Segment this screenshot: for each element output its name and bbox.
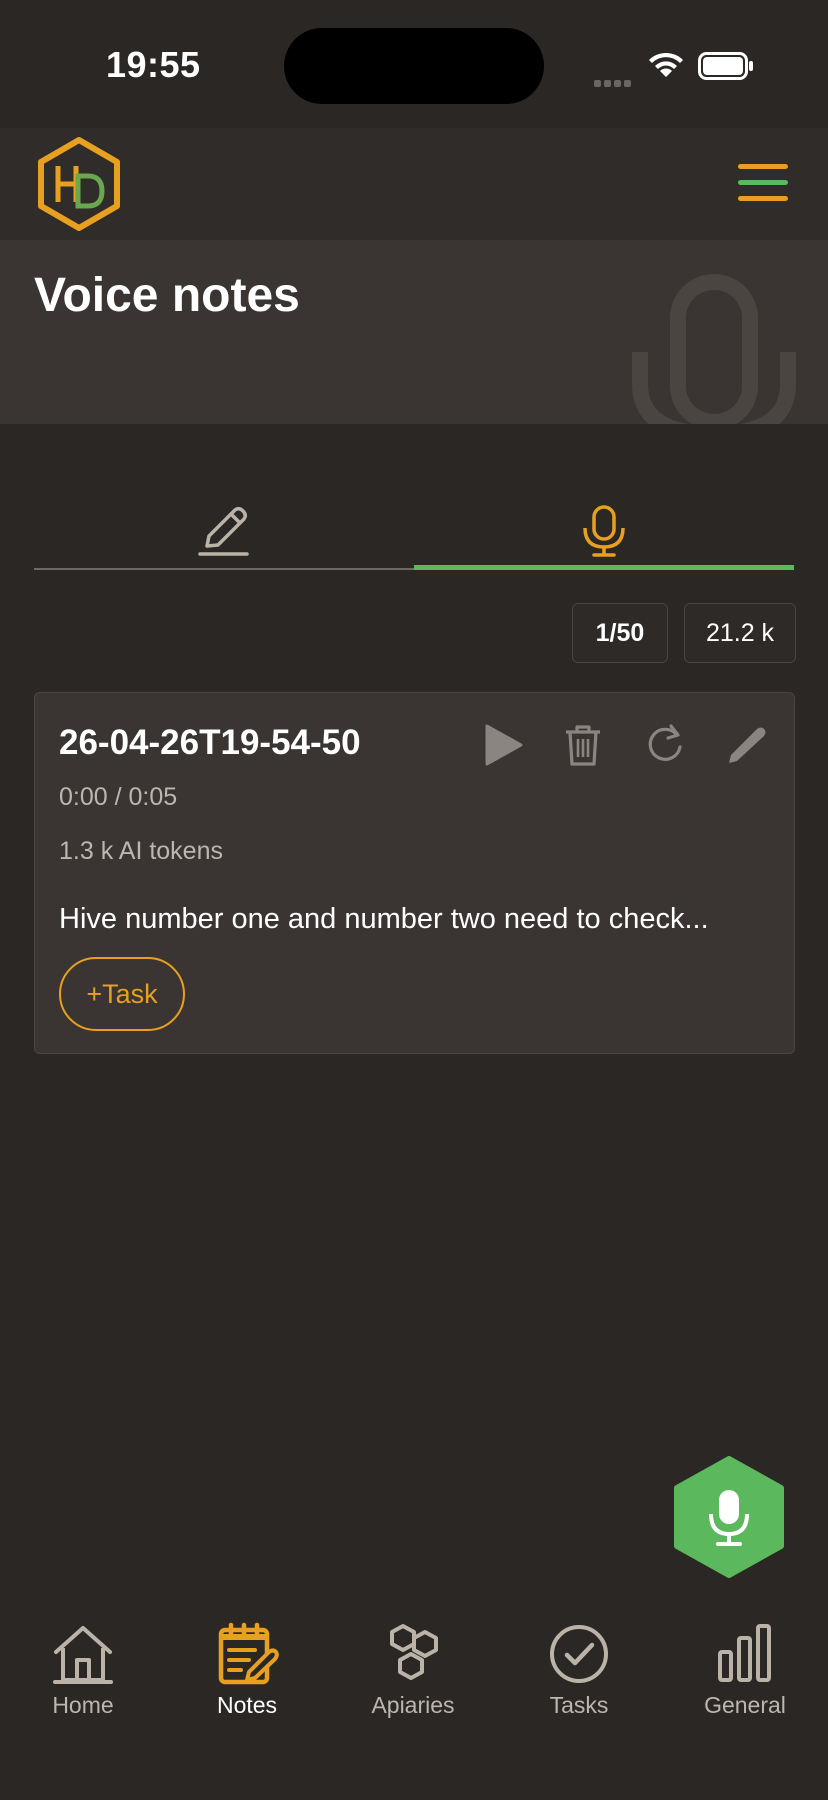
voice-note-card: 26-04-26T19-54-50 0:00 / 0:05 1.3 k AI t… [34, 692, 795, 1054]
note-duration: 0:00 / 0:05 [59, 783, 178, 811]
notes-count-badge: 1/50 [572, 603, 668, 663]
apiaries-icon [390, 1624, 438, 1680]
nav-label-notes: Notes [216, 1692, 278, 1718]
bottom-navigation: Home Notes Apiaries Tasks General [0, 1600, 828, 1800]
notes-icon [218, 1622, 279, 1685]
pencil-icon [198, 506, 249, 556]
nav-label-general: General [704, 1692, 786, 1718]
refresh-icon [648, 724, 682, 761]
note-transcript[interactable]: Hive number one and number two need to c… [59, 903, 709, 936]
play-icon [485, 724, 523, 766]
page-header: Voice notes [0, 240, 828, 424]
battery-icon [698, 52, 753, 80]
hivedesk-logo[interactable] [36, 136, 122, 232]
hamburger-menu-icon[interactable] [738, 164, 788, 204]
wifi-icon [649, 52, 683, 77]
delete-button[interactable] [559, 721, 607, 769]
notes-tabs [34, 496, 794, 570]
status-time: 19:55 [106, 44, 201, 85]
microphone-icon [583, 505, 625, 557]
status-bar: 19:55 [0, 0, 828, 128]
cellular-signal-icon [594, 74, 634, 87]
note-ai-tokens: 1.3 k AI tokens [59, 837, 223, 865]
nav-general[interactable]: General [670, 1622, 820, 1732]
nav-label-home: Home [52, 1692, 114, 1718]
pencil-icon [729, 727, 766, 763]
note-title: 26-04-26T19-54-50 [59, 723, 361, 762]
tasks-icon [550, 1625, 608, 1683]
nav-notes[interactable]: Notes [172, 1622, 322, 1732]
tokens-count-badge: 21.2 k [684, 603, 796, 663]
nav-label-tasks: Tasks [549, 1692, 609, 1718]
tab-voice-notes[interactable] [414, 496, 794, 570]
active-tab-indicator [414, 565, 794, 570]
tab-text-notes[interactable] [34, 496, 414, 570]
nav-home[interactable]: Home [8, 1622, 158, 1732]
edit-button[interactable] [723, 721, 771, 769]
add-task-button[interactable]: +Task [59, 957, 185, 1031]
dynamic-island [284, 28, 544, 104]
retry-button[interactable] [641, 721, 689, 769]
record-button[interactable] [674, 1456, 784, 1578]
general-stats-icon [718, 1624, 771, 1682]
play-button[interactable] [479, 721, 527, 769]
nav-apiaries[interactable]: Apiaries [338, 1622, 488, 1732]
nav-label-apiaries: Apiaries [371, 1692, 455, 1718]
page-title: Voice notes [34, 269, 300, 322]
microphone-background-icon [632, 274, 796, 424]
app-header [0, 128, 828, 240]
home-icon [53, 1626, 113, 1684]
trash-icon [566, 725, 600, 766]
nav-tasks[interactable]: Tasks [504, 1622, 654, 1732]
